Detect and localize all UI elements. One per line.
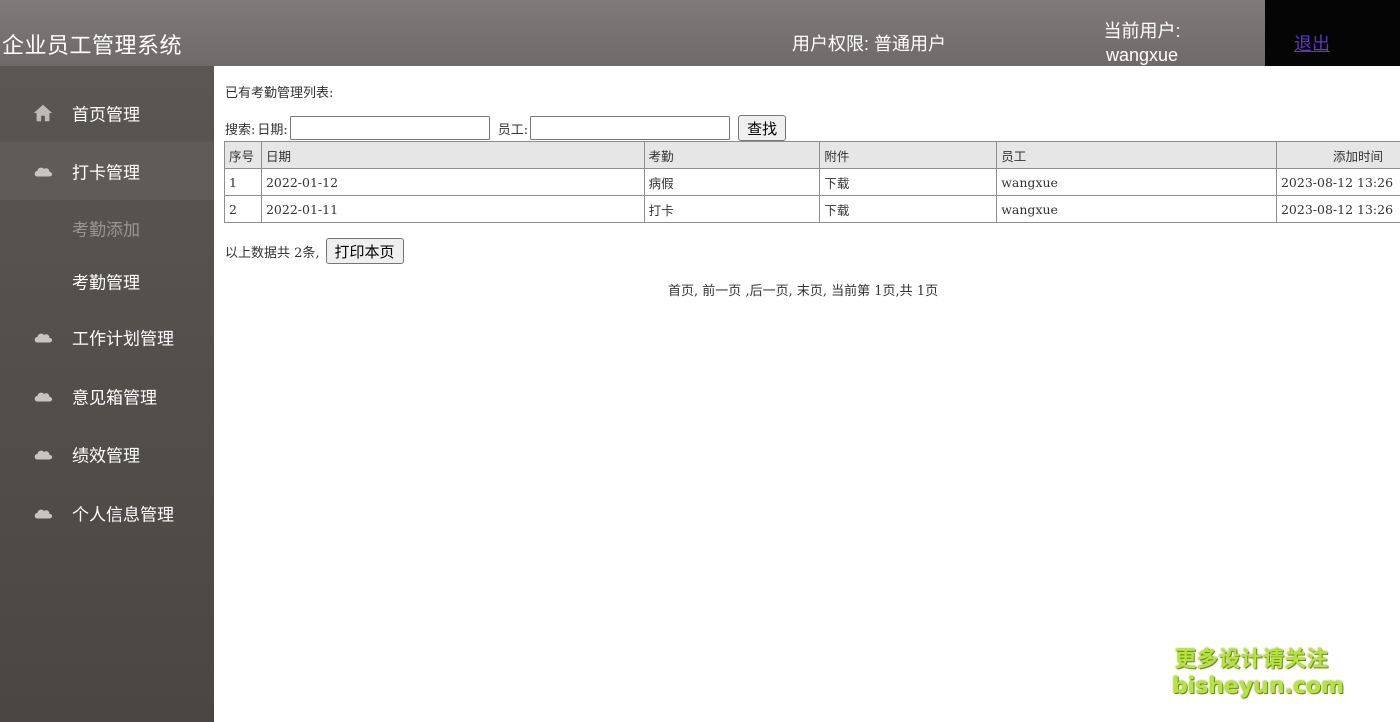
- sidebar-item-label: 意见箱管理: [72, 388, 157, 408]
- sidebar-subitem-label: 考勤管理: [72, 273, 140, 293]
- sidebar-item-suggestion-box[interactable]: 意见箱管理: [0, 367, 214, 425]
- sidebar-item-work-plan[interactable]: 工作计划管理: [0, 308, 214, 366]
- employee-label: 员工:: [497, 122, 529, 138]
- cell-date: 2022-01-12: [260, 168, 645, 196]
- sidebar-subitem-attendance-manage[interactable]: 考勤管理: [0, 255, 214, 307]
- column-header-index: 序号: [224, 141, 262, 169]
- search-prefix: 搜索:: [225, 122, 256, 138]
- watermark: 更多设计请关注 bisheyun.com: [1172, 645, 1345, 701]
- cloud-icon: [34, 167, 53, 177]
- column-header-attendance: 考勤: [643, 141, 821, 169]
- current-user-name: wangxue: [1105, 45, 1179, 65]
- pager-status: 当前第 1页,共 1页: [831, 284, 939, 299]
- cell-attendance: 病假: [643, 168, 821, 196]
- logout-area: 退出: [1265, 0, 1400, 66]
- sidebar-item-home[interactable]: 首页管理: [0, 84, 214, 142]
- column-header-employee: 员工: [996, 141, 1277, 169]
- cell-index: 1: [224, 168, 262, 196]
- sidebar-item-label: 打卡管理: [72, 163, 140, 183]
- main-content: 已有考勤管理列表: 搜索: 日期: 员工: 查找 序号 日期 考勤 附件 员工 …: [214, 66, 1400, 722]
- date-label: 日期:: [257, 122, 288, 138]
- sidebar-subitem-label: 考勤添加: [72, 220, 140, 240]
- table-row: 2 2022-01-11 打卡 下载 wangxue 2023-08-12 13…: [224, 195, 1400, 223]
- logout-link[interactable]: 退出: [1294, 30, 1330, 56]
- sidebar-item-personal-info[interactable]: 个人信息管理: [0, 484, 214, 542]
- sidebar-item-performance[interactable]: 绩效管理: [0, 425, 214, 483]
- download-link[interactable]: 下载: [819, 168, 998, 196]
- pager-first[interactable]: 首页,: [668, 284, 698, 299]
- top-header: 企业员工管理系统 用户权限: 普通用户 当前用户: wangxue 退出: [0, 0, 1400, 66]
- cloud-icon: [34, 392, 53, 402]
- summary-row: 以上数据共 2条, 打印本页: [225, 238, 404, 264]
- search-bar: 搜索: 日期: 员工: 查找: [225, 115, 787, 141]
- watermark-line2: bisheyun.com: [1172, 674, 1345, 699]
- current-user-label: 当前用户:: [1103, 21, 1181, 41]
- cell-attendance: 打卡: [643, 195, 821, 223]
- column-header-added-time: 添加时间: [1275, 141, 1400, 169]
- cloud-icon: [34, 509, 53, 519]
- employee-search-input[interactable]: [530, 116, 731, 140]
- sidebar-item-label: 绩效管理: [72, 446, 140, 466]
- pager-next[interactable]: ,后一页,: [745, 284, 792, 299]
- download-link[interactable]: 下载: [819, 195, 998, 223]
- pagination: 首页, 前一页 ,后一页, 末页, 当前第 1页,共 1页: [668, 280, 938, 299]
- cloud-icon: [34, 450, 53, 460]
- cell-employee: wangxue: [996, 195, 1277, 223]
- cell-added-time: 2023-08-12 13:26: [1275, 195, 1400, 223]
- cloud-icon: [34, 333, 53, 343]
- user-role-text: 用户权限: 普通用户: [792, 34, 947, 54]
- cell-employee: wangxue: [996, 168, 1277, 196]
- column-header-date: 日期: [260, 141, 645, 169]
- column-header-attachment: 附件: [819, 141, 998, 169]
- pager-prev[interactable]: 前一页: [702, 284, 741, 299]
- record-count: 以上数据共 2条,: [225, 245, 320, 261]
- sidebar-item-label: 工作计划管理: [72, 329, 174, 349]
- home-icon: [33, 104, 53, 122]
- watermark-line1: 更多设计请关注: [1175, 647, 1329, 671]
- pager-last[interactable]: 末页,: [797, 284, 827, 299]
- sidebar-subitem-attendance-add[interactable]: 考勤添加: [0, 202, 214, 254]
- sidebar-item-clock-in[interactable]: 打卡管理: [0, 142, 214, 200]
- print-button[interactable]: 打印本页: [325, 238, 404, 264]
- search-button[interactable]: 查找: [738, 115, 787, 141]
- sidebar-item-label: 个人信息管理: [72, 505, 174, 525]
- table-row: 1 2022-01-12 病假 下载 wangxue 2023-08-12 13…: [224, 168, 1400, 196]
- sidebar-item-label: 首页管理: [72, 105, 140, 125]
- date-search-input[interactable]: [289, 116, 490, 140]
- cell-date: 2022-01-11: [260, 195, 645, 223]
- table-header-row: 序号 日期 考勤 附件 员工 添加时间: [224, 141, 1400, 169]
- attendance-table: 序号 日期 考勤 附件 员工 添加时间 1 2022-01-12 病假 下载 w…: [224, 141, 1400, 223]
- current-user-info: 当前用户: wangxue: [1092, 19, 1192, 67]
- sidebar: 首页管理 打卡管理 考勤添加 考勤管理 工作计划管理 意见箱管理 绩效管理 个人…: [0, 66, 214, 722]
- app-title: 企业员工管理系统: [2, 33, 183, 58]
- cell-index: 2: [224, 195, 262, 223]
- list-title: 已有考勤管理列表:: [225, 86, 334, 101]
- cell-added-time: 2023-08-12 13:26: [1275, 168, 1400, 196]
